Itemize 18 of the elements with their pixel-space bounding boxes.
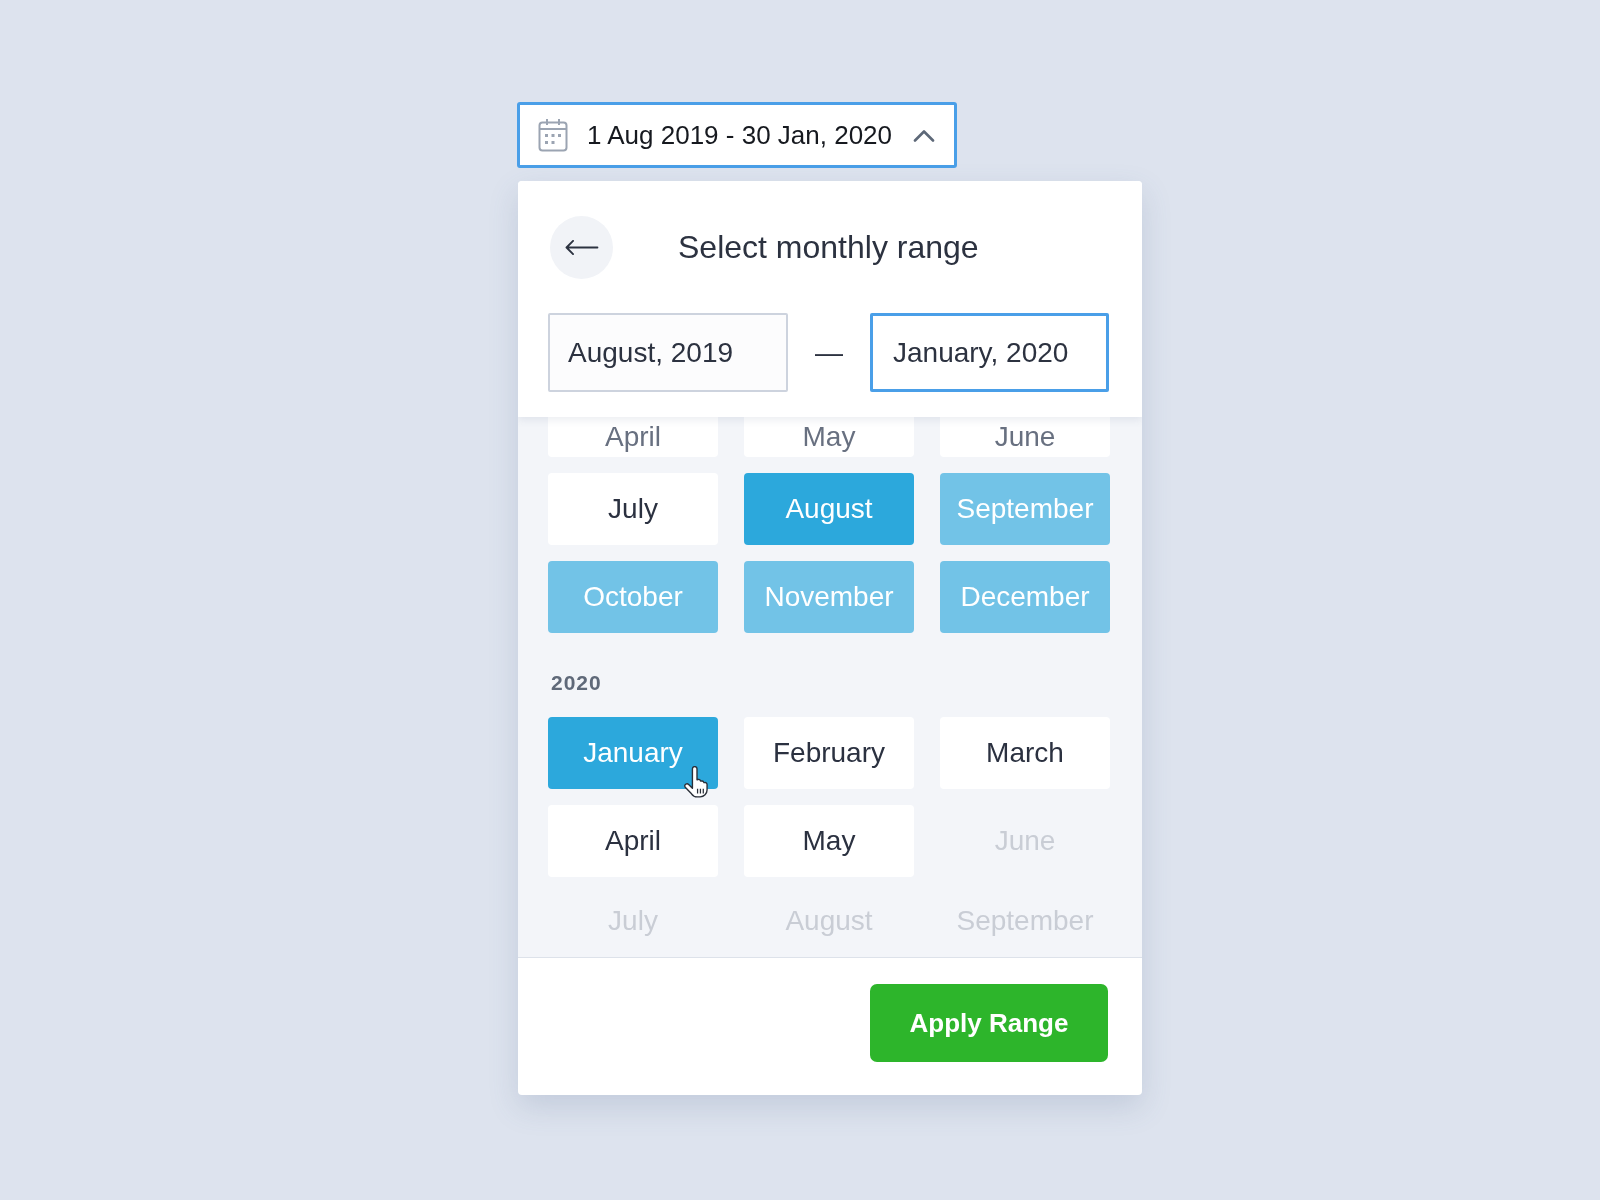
range-dash: — <box>814 336 844 369</box>
month-option[interactable]: April <box>548 417 718 457</box>
month-option[interactable]: July <box>548 473 718 545</box>
start-month-field[interactable]: August, 2019 <box>548 313 788 392</box>
month-option[interactable]: May <box>744 805 914 877</box>
month-option[interactable]: March <box>940 717 1110 789</box>
end-month-field[interactable]: January, 2020 <box>870 313 1109 392</box>
month-option[interactable]: February <box>744 717 914 789</box>
calendar-icon <box>538 118 568 152</box>
arrow-left-icon <box>564 240 599 255</box>
apply-range-button[interactable]: Apply Range <box>870 984 1108 1062</box>
panel-title: Select monthly range <box>678 229 979 266</box>
date-range-dropdown[interactable]: 1 Aug 2019 - 30 Jan, 2020 <box>517 102 957 168</box>
month-option[interactable]: August <box>744 473 914 545</box>
month-option[interactable]: June <box>940 417 1110 457</box>
month-option[interactable]: May <box>744 417 914 457</box>
month-option[interactable]: April <box>548 805 718 877</box>
year-label: 2020 <box>551 671 602 695</box>
